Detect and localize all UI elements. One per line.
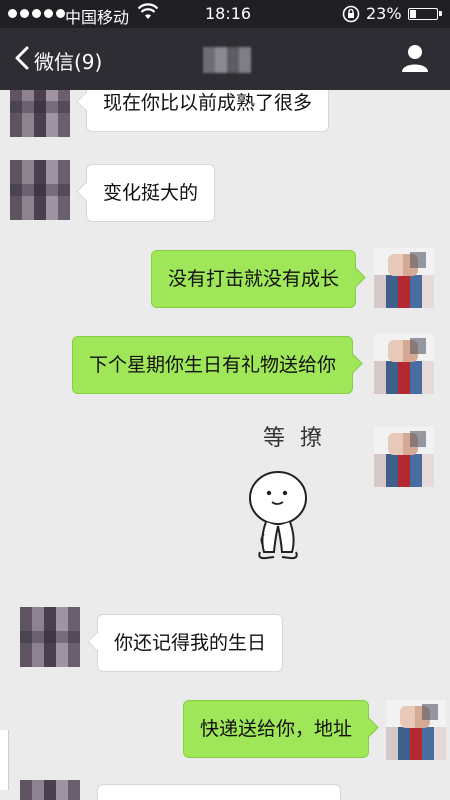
- sticker-message[interactable]: 等 撩: [240, 420, 355, 570]
- status-time: 18:16: [205, 4, 252, 23]
- my-avatar[interactable]: [374, 248, 434, 308]
- rotation-lock-icon: [342, 5, 360, 23]
- battery-fill: [410, 10, 416, 18]
- battery-percent: 23%: [366, 4, 402, 23]
- message-bubble-incoming[interactable]: 变化挺大的: [86, 164, 216, 222]
- message-bubble-incoming[interactable]: [97, 784, 341, 800]
- battery-icon: [408, 8, 442, 20]
- signal-strength-icon: [8, 9, 65, 18]
- message-text: 现在你比以前成熟了很多: [103, 92, 313, 114]
- sticker-caption: 等 撩: [263, 426, 326, 451]
- message-text: 变化挺大的: [103, 182, 199, 204]
- contact-avatar[interactable]: [20, 780, 80, 800]
- chevron-left-icon[interactable]: [12, 45, 32, 71]
- status-bar: 中国移动 18:16 23%: [0, 0, 450, 28]
- back-button[interactable]: 微信(9): [34, 46, 102, 75]
- carrier-name: 中国移动: [65, 8, 130, 27]
- chat-area[interactable]: 现在你比以前成熟了很多 变化挺大的 没有打击就没有成长 下个星期你生日有礼物送给…: [0, 90, 450, 800]
- sticker-character-image: [249, 471, 307, 560]
- contact-avatar[interactable]: [10, 90, 70, 137]
- person-icon[interactable]: [400, 43, 430, 73]
- input-edge: [0, 730, 9, 790]
- message-bubble-outgoing[interactable]: 没有打击就没有成长: [151, 250, 357, 308]
- message-bubble-incoming[interactable]: 现在你比以前成熟了很多: [86, 90, 330, 132]
- message-bubble-incoming[interactable]: 你还记得我的生日: [97, 614, 284, 672]
- contact-avatar[interactable]: [10, 160, 70, 220]
- message-bubble-outgoing[interactable]: 下个星期你生日有礼物送给你: [72, 336, 354, 394]
- chat-header: 微信(9): [0, 28, 450, 90]
- contact-name-blurred: [203, 47, 251, 73]
- message-text: 快递送给你，地址: [200, 718, 353, 740]
- message-text: 没有打击就没有成长: [168, 268, 340, 290]
- my-avatar[interactable]: [386, 700, 446, 760]
- message-text: 你还记得我的生日: [114, 632, 267, 654]
- message-text: 下个星期你生日有礼物送给你: [89, 354, 337, 376]
- my-avatar[interactable]: [374, 427, 434, 487]
- wifi-icon: [138, 3, 158, 19]
- my-avatar[interactable]: [374, 334, 434, 394]
- contact-avatar[interactable]: [20, 607, 80, 667]
- message-bubble-outgoing[interactable]: 快递送给你，地址: [183, 700, 370, 758]
